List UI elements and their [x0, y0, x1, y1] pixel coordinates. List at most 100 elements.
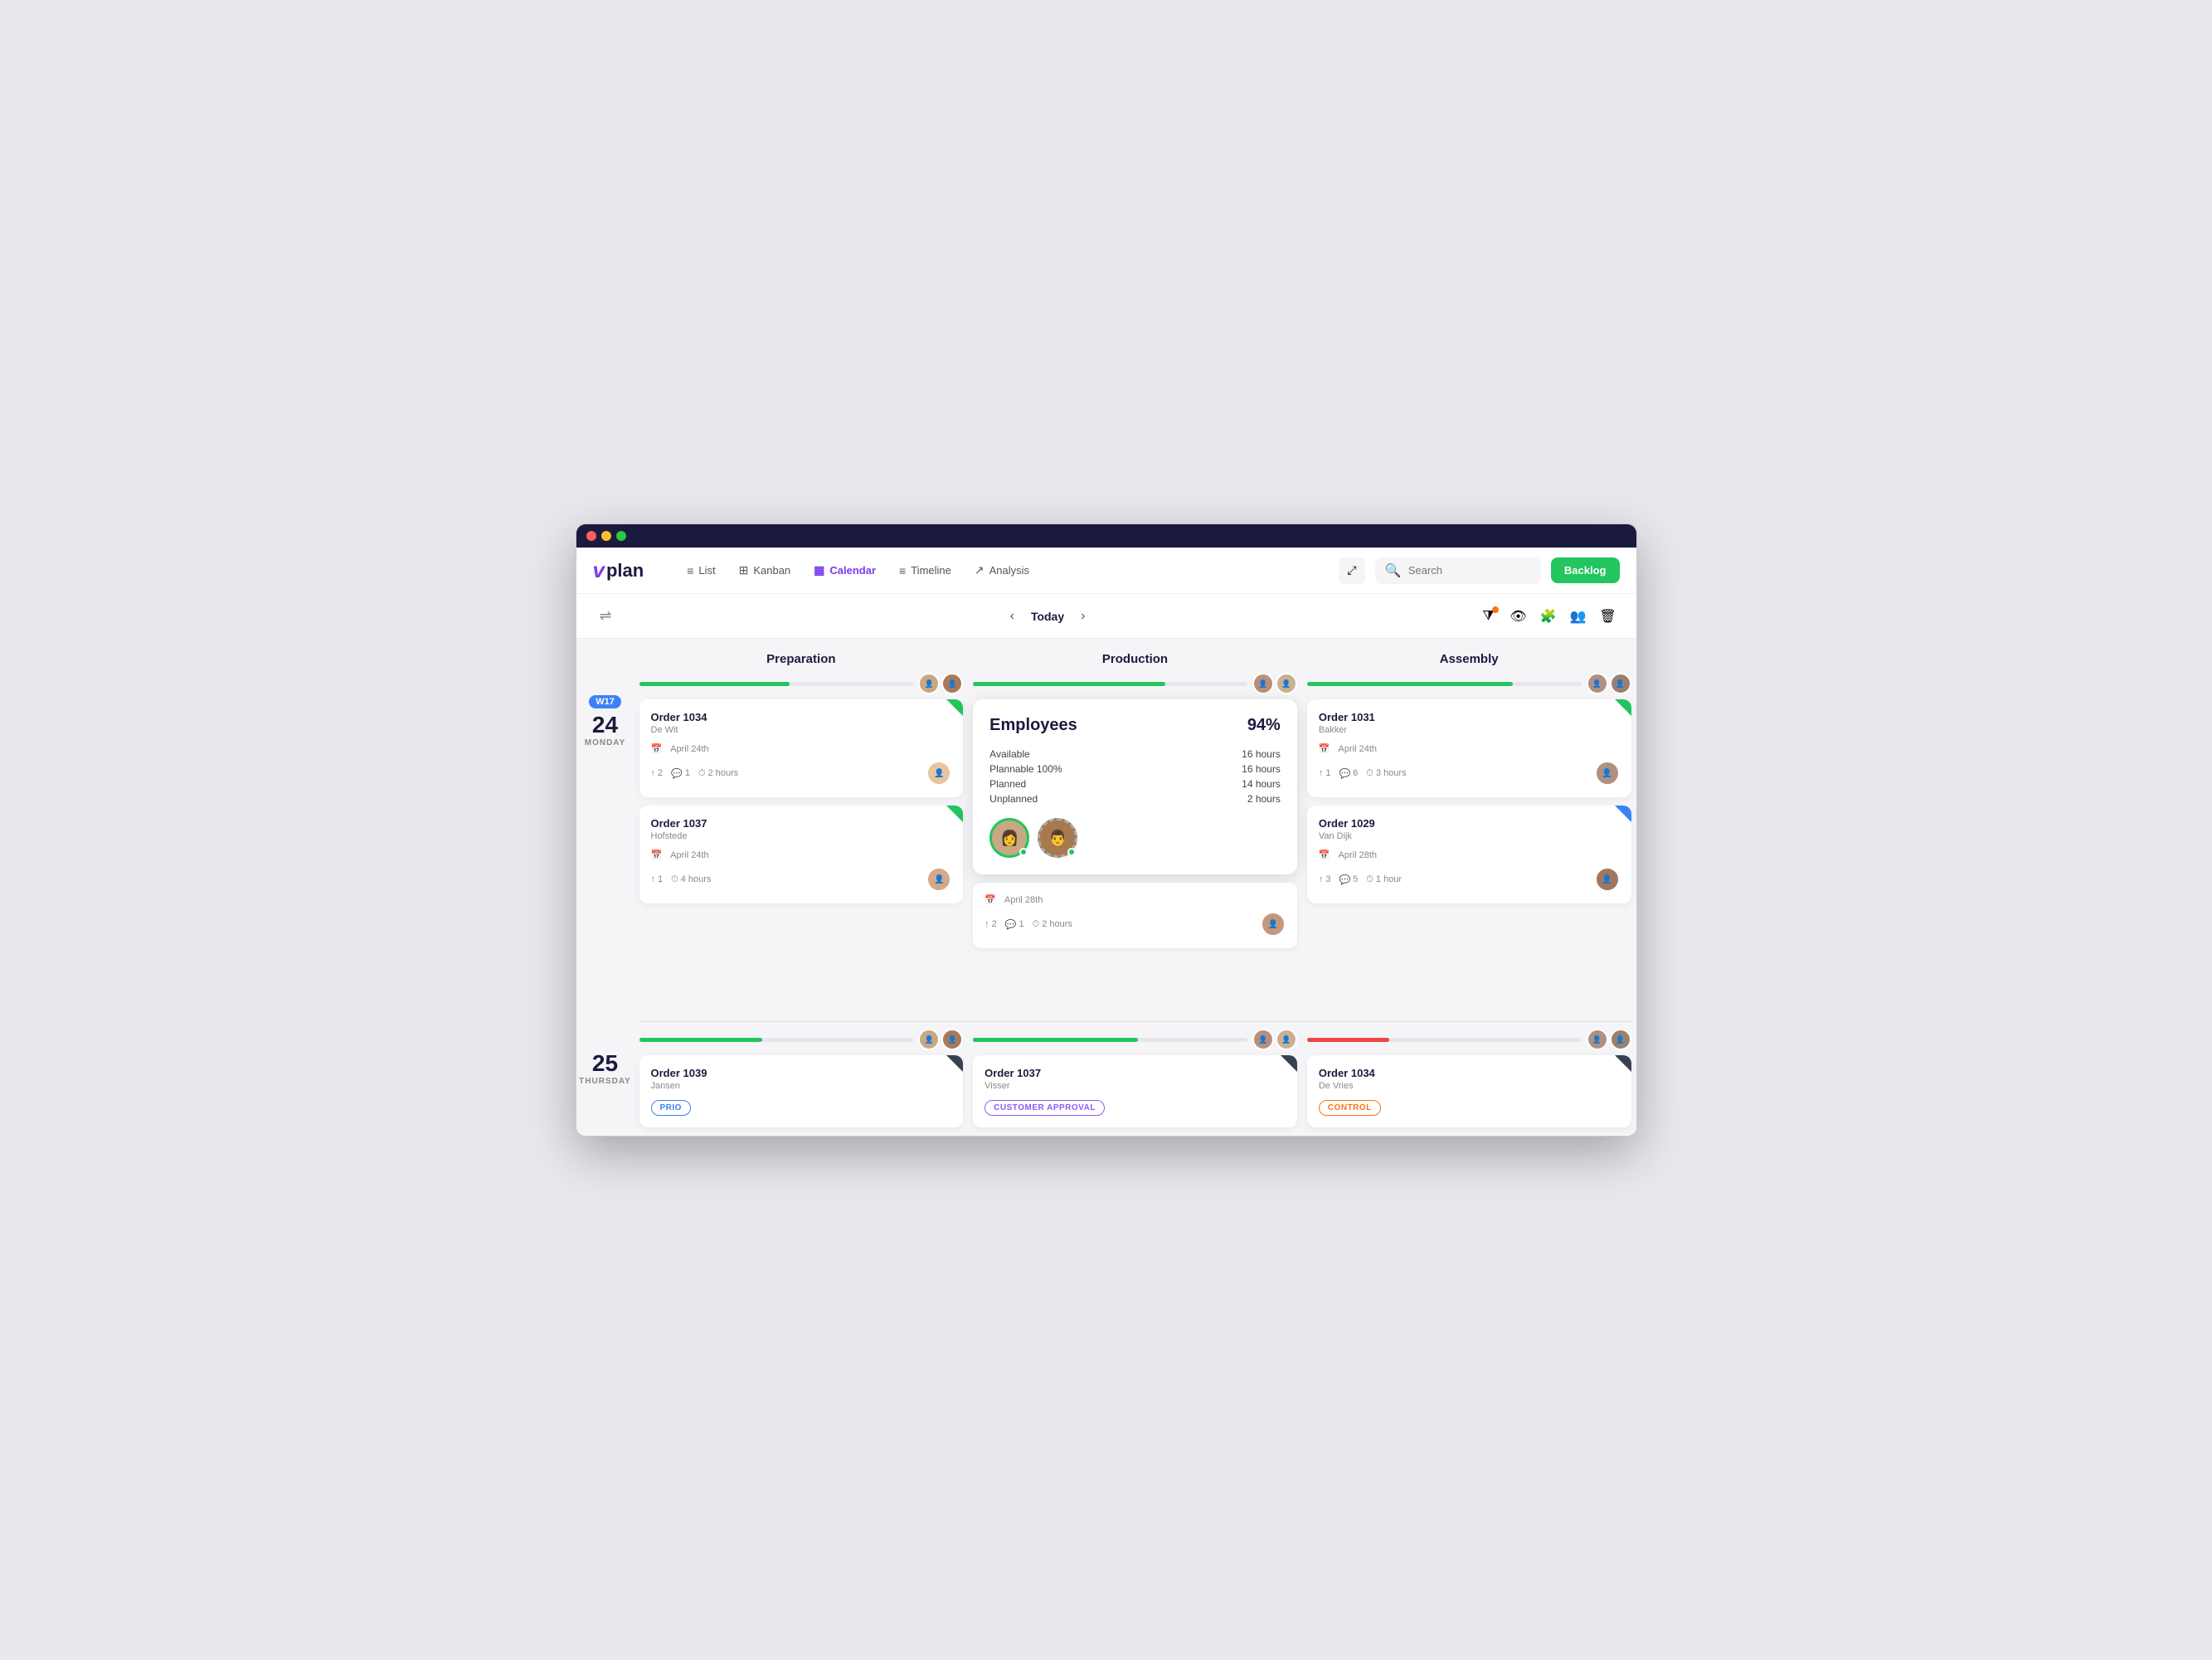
search-input[interactable]	[1408, 564, 1531, 577]
card-stats: ↑ 3 💬 5 ⏱ 1 hour	[1319, 874, 1402, 885]
stat-up: ↑ 1	[651, 874, 664, 884]
avatar: 👤	[941, 1029, 963, 1050]
calendar-icon: 📅	[984, 894, 996, 905]
shuffle-button[interactable]: ⇌	[593, 601, 619, 631]
stat-up-val: 1	[658, 874, 663, 884]
stat-up-val: 2	[992, 919, 997, 929]
toolbar-nav: ‹ Today ›	[619, 606, 1477, 627]
time-icon: ⏱	[1366, 874, 1373, 885]
app-window: v plan ≡ List ⊞ Kanban ▦ Calendar ≡	[576, 523, 1637, 1137]
card-order1039[interactable]: Order 1039 Jansen PRIO	[639, 1055, 964, 1127]
stat-up: ↑ 2	[651, 768, 664, 778]
stat-time-val: 3 hours	[1376, 768, 1407, 778]
card-avatar: 👤	[1595, 867, 1620, 892]
logo: v plan	[593, 557, 644, 583]
assembly-col-day2: 👤 👤 Order 1034 De Vries CONTROL	[1302, 1022, 1636, 1136]
today-button[interactable]: Today	[1031, 610, 1064, 623]
nav-timeline[interactable]: ≡ Timeline	[889, 559, 961, 582]
timeline-icon: ≡	[899, 564, 906, 577]
card-order1034b[interactable]: Order 1034 De Vries CONTROL	[1307, 1055, 1631, 1127]
nav-list[interactable]: ≡ List	[677, 559, 725, 582]
card-footer: ↑ 2 💬 1 ⏱ 2 hours	[651, 761, 952, 786]
nav-analysis[interactable]: ↗ Analysis	[965, 558, 1039, 582]
card-title: Order 1034	[651, 711, 952, 723]
maximize-dot[interactable]	[616, 531, 626, 541]
column-headers: Preparation Production Assembly	[634, 639, 1636, 673]
production-col-day1: 👤 👤 Employees 94%	[968, 673, 1302, 1021]
card-stats: ↑ 2 💬 1 ⏱ 2 hours	[984, 919, 1072, 930]
eye-icon[interactable]: 👁	[1507, 605, 1530, 628]
prep2-progress-row: 👤 👤	[639, 1029, 964, 1050]
nav-calendar[interactable]: ▦ Calendar	[804, 558, 886, 582]
card-order1037[interactable]: Order 1037 Hofstede 📅 April 24th ↑	[639, 806, 964, 903]
analysis-icon: ↗	[975, 563, 984, 577]
nav-kanban-label: Kanban	[753, 564, 790, 577]
card-footer: ↑ 2 💬 1 ⏱ 2 hours	[984, 912, 1286, 937]
search-box: 🔍	[1375, 557, 1541, 584]
msg-icon: 💬	[1339, 768, 1350, 779]
nav-kanban[interactable]: ⊞ Kanban	[729, 558, 801, 582]
users-icon[interactable]: 👥	[1567, 605, 1590, 628]
prep-avatars: 👤 👤	[918, 673, 963, 694]
col-header-assembly: Assembly	[1302, 639, 1636, 673]
minimize-dot[interactable]	[601, 531, 611, 541]
puzzle-icon[interactable]: 🧩	[1537, 605, 1560, 628]
emp-dot-2	[1067, 848, 1076, 856]
close-dot[interactable]	[586, 531, 596, 541]
trash-icon[interactable]: 🗑	[1597, 605, 1620, 628]
prev-button[interactable]: ‹	[1004, 606, 1021, 627]
calendar-icon: ▦	[814, 563, 824, 577]
prep-progress-bar	[639, 682, 790, 686]
stat-msg-val: 6	[1353, 768, 1358, 778]
tag-prio: PRIO	[651, 1100, 691, 1116]
card-subtitle: Visser	[984, 1081, 1286, 1091]
day2-label: 25 THURSDAY	[576, 1030, 634, 1086]
title-bar	[576, 524, 1636, 548]
avatar: 👤	[1252, 673, 1274, 694]
backlog-button[interactable]: Backlog	[1551, 557, 1620, 583]
card-meta: 📅 April 28th	[984, 894, 1286, 905]
card-footer: ↑ 1 ⏱ 4 hours 👤	[651, 867, 952, 892]
day-sidebar: W17 24 MONDAY 25 THURSDAY	[576, 639, 634, 1136]
time-icon: ⏱	[1366, 768, 1373, 779]
next-button[interactable]: ›	[1074, 606, 1091, 627]
card-corner-green	[946, 806, 963, 822]
logo-plan: plan	[606, 560, 644, 582]
emp-title: Employees	[989, 716, 1077, 735]
card-date: April 24th	[670, 744, 708, 754]
employees-card[interactable]: Employees 94% Available 16 hours Plannab…	[973, 699, 1297, 874]
card-order1029[interactable]: Order 1029 Van Dijk 📅 April 28th ↑	[1307, 806, 1631, 903]
up-icon: ↑	[651, 768, 656, 778]
expand-button[interactable]: ⤢	[1339, 557, 1365, 584]
main-content: W17 24 MONDAY 25 THURSDAY Preparation Pr…	[576, 639, 1636, 1136]
tag-control: CONTROL	[1319, 1100, 1381, 1116]
avatar: 👤	[1610, 673, 1631, 694]
emp-avatars: 👩 👨	[989, 818, 1281, 858]
avatar: 👤	[941, 673, 963, 694]
card-order1034[interactable]: Order 1034 De Wit 📅 April 24th ↑	[639, 699, 964, 797]
filter-icon[interactable]: ⧩	[1477, 605, 1500, 628]
day1-label: W17 24 MONDAY	[576, 682, 634, 1030]
card-date: April 28th	[1004, 895, 1043, 905]
day1-name: MONDAY	[585, 738, 626, 747]
card-order1037b[interactable]: Order 1037 Visser CUSTOMER APPROVAL	[973, 1055, 1297, 1127]
avatar: 👤	[1276, 673, 1297, 694]
header: v plan ≡ List ⊞ Kanban ▦ Calendar ≡	[576, 548, 1636, 594]
stat-up-val: 1	[1325, 768, 1330, 778]
prod2-progress-row: 👤 👤	[973, 1029, 1297, 1050]
up-icon: ↑	[651, 874, 656, 884]
nav-list-label: List	[698, 564, 715, 577]
card-order1031[interactable]: Order 1031 Bakker 📅 April 24th ↑	[1307, 699, 1631, 797]
list-icon: ≡	[687, 564, 693, 577]
card-prod-day1[interactable]: 📅 April 28th ↑ 2 💬	[973, 883, 1297, 948]
toolbar-right: ⧩ 👁 🧩 👥 🗑	[1477, 605, 1620, 628]
toolbar: ⇌ ‹ Today › ⧩ 👁 🧩 👥 🗑	[576, 594, 1636, 639]
card-corner-green	[1615, 699, 1631, 716]
emp-row-unplanned: Unplanned 2 hours	[989, 793, 1281, 805]
card-stats: ↑ 1 💬 6 ⏱ 3 hours	[1319, 768, 1407, 779]
stat-up-val: 3	[1325, 874, 1330, 884]
stat-time: ⏱ 1 hour	[1366, 874, 1402, 885]
prod2-avatars: 👤 👤	[1252, 1029, 1297, 1050]
col-header-preparation: Preparation	[634, 639, 969, 673]
emp-row-available: Available 16 hours	[989, 748, 1281, 760]
